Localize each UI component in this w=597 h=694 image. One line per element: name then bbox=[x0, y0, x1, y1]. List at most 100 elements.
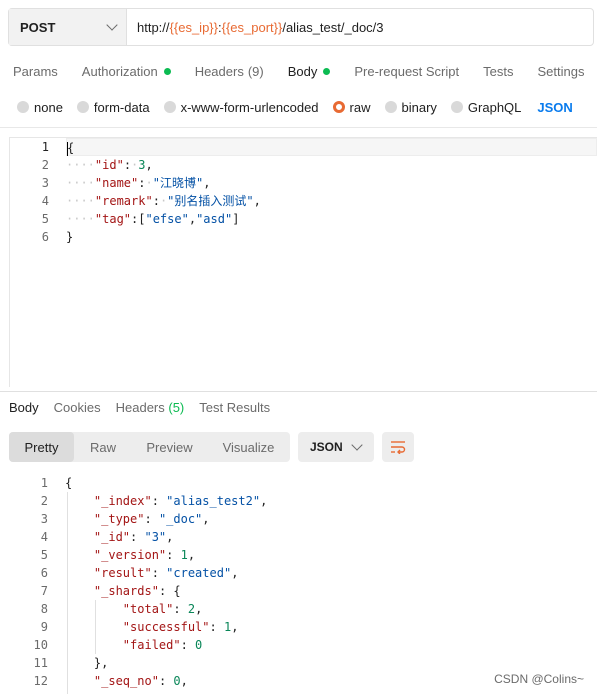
code-line: ····"tag":["efse","asd"] bbox=[66, 210, 597, 228]
code-token: , bbox=[187, 548, 196, 562]
radio-raw-label: raw bbox=[349, 99, 371, 115]
code-line: "successful": 1, bbox=[65, 618, 597, 636]
tab-params[interactable]: Params bbox=[13, 62, 58, 80]
tab-authorization[interactable]: Authorization bbox=[82, 62, 171, 80]
code-token: "name" bbox=[94, 176, 139, 190]
code-token: "remark" bbox=[94, 194, 153, 208]
line-number: 1 bbox=[41, 140, 49, 154]
line-number: 7 bbox=[40, 584, 48, 598]
radio-binary[interactable]: binary bbox=[384, 99, 437, 115]
tab-prerequest-label: Pre-request Script bbox=[354, 63, 460, 79]
line-number: 6 bbox=[40, 566, 48, 580]
code-token: ···· bbox=[66, 158, 95, 172]
wrap-lines-button[interactable] bbox=[382, 432, 414, 462]
code-line: "_index": "alias_test2", bbox=[65, 492, 597, 510]
code-token: "id" bbox=[94, 158, 124, 172]
response-tab-headers[interactable]: Headers (5) bbox=[116, 400, 185, 418]
headers-count: (9) bbox=[247, 63, 264, 79]
code-token: ···· bbox=[66, 194, 95, 208]
response-tab-test-results[interactable]: Test Results bbox=[199, 400, 270, 418]
radio-icon bbox=[76, 101, 89, 113]
radio-icon bbox=[450, 101, 463, 113]
tab-body-label: Body bbox=[287, 63, 318, 79]
line-number: 12 bbox=[33, 674, 48, 688]
code-token: "别名插入测试" bbox=[167, 194, 254, 208]
view-visualize-button[interactable]: Visualize bbox=[207, 432, 290, 462]
code-token: , bbox=[253, 194, 261, 208]
code-token: "successful" bbox=[122, 620, 210, 634]
code-token: , bbox=[188, 212, 197, 226]
request-body-editor[interactable]: 123456 {····"id":·3, ····"name":·"江晓博", ··… bbox=[9, 137, 597, 387]
code-token: : bbox=[130, 530, 145, 544]
code-token: : bbox=[138, 176, 146, 190]
response-tab-headers-label: Headers bbox=[115, 400, 165, 415]
tab-headers[interactable]: Headers (9) bbox=[195, 62, 264, 80]
code-token: , bbox=[145, 158, 153, 172]
format-label: JSON bbox=[310, 440, 343, 454]
tab-pre-request-script[interactable]: Pre-request Script bbox=[354, 62, 459, 80]
response-tab-body[interactable]: Body bbox=[9, 400, 39, 418]
code-token: "alias_test2" bbox=[166, 494, 261, 508]
response-tab-cookies[interactable]: Cookies bbox=[54, 400, 101, 418]
response-headers-count: (5) bbox=[168, 400, 185, 415]
tab-body[interactable]: Body bbox=[288, 62, 331, 80]
code-token: : bbox=[151, 566, 167, 580]
code-token: "_index" bbox=[93, 494, 152, 508]
chevron-down-icon bbox=[351, 439, 363, 451]
code-line: }, bbox=[65, 654, 597, 672]
radio-raw[interactable]: raw bbox=[332, 99, 371, 115]
language-select[interactable]: JSON bbox=[537, 100, 572, 115]
line-number: 2 bbox=[40, 494, 48, 508]
code-line: "_id": "3", bbox=[65, 528, 597, 546]
radio-urlencoded[interactable]: x-www-form-urlencoded bbox=[163, 100, 319, 115]
radio-form-data[interactable]: form-data bbox=[76, 100, 150, 115]
code-line: ····"remark":·"别名插入测试", bbox=[66, 192, 597, 210]
url-variable: {{es_port}} bbox=[221, 19, 283, 35]
line-number: 4 bbox=[41, 194, 49, 208]
code-token: "_seq_no" bbox=[93, 674, 159, 688]
format-select[interactable]: JSON bbox=[298, 432, 374, 462]
code-token: { bbox=[67, 141, 75, 155]
view-pretty-button[interactable]: Pretty bbox=[9, 432, 74, 462]
radio-graphql-label: GraphQL bbox=[467, 99, 522, 115]
line-number-gutter: 1 2 3 4 5 6 7 8 9 10 11 12 bbox=[9, 474, 57, 690]
code-line: ····"id":·3, bbox=[66, 156, 597, 174]
request-body-code[interactable]: {····"id":·3, ····"name":·"江晓博", ····"rema… bbox=[66, 138, 597, 246]
code-token: { bbox=[65, 476, 73, 490]
code-token: :[ bbox=[131, 212, 146, 226]
method-select[interactable]: POST bbox=[9, 9, 127, 45]
code-token: ···· bbox=[66, 212, 95, 226]
divider bbox=[0, 391, 597, 392]
request-tabs: Params Authorization Headers (9) Body Pre… bbox=[13, 62, 597, 80]
code-token: "_version" bbox=[93, 548, 167, 562]
line-number: 1 bbox=[40, 476, 48, 490]
code-token: 2 bbox=[187, 602, 196, 616]
tab-headers-label: Headers bbox=[194, 63, 244, 79]
line-number: 8 bbox=[40, 602, 48, 616]
tab-tests[interactable]: Tests bbox=[483, 62, 513, 80]
radio-binary-label: binary bbox=[401, 99, 437, 115]
url-input[interactable]: http://{{es_ip}}: {{es_port}}/alias_test/… bbox=[127, 9, 384, 45]
radio-none[interactable]: none bbox=[17, 100, 63, 115]
view-preview-button[interactable]: Preview bbox=[132, 432, 207, 462]
response-tabs: Body Cookies Headers (5) Test Results bbox=[9, 400, 285, 418]
tab-params-label: Params bbox=[13, 63, 58, 79]
code-token: , bbox=[180, 674, 188, 688]
code-line: "total": 2, bbox=[65, 600, 597, 618]
line-number: 5 bbox=[41, 212, 49, 226]
view-raw-button[interactable]: Raw bbox=[74, 432, 132, 462]
tab-tests-label: Tests bbox=[483, 63, 514, 79]
line-number: 10 bbox=[33, 638, 48, 652]
code-token: ···· bbox=[66, 176, 95, 190]
url-text: /alias_test/_doc/3 bbox=[282, 19, 384, 35]
radio-graphql[interactable]: GraphQL bbox=[450, 99, 522, 115]
code-token: "created" bbox=[166, 566, 232, 580]
tab-settings[interactable]: Settings bbox=[537, 62, 584, 80]
code-token: "efse" bbox=[145, 212, 189, 226]
code-token: : bbox=[151, 494, 167, 508]
